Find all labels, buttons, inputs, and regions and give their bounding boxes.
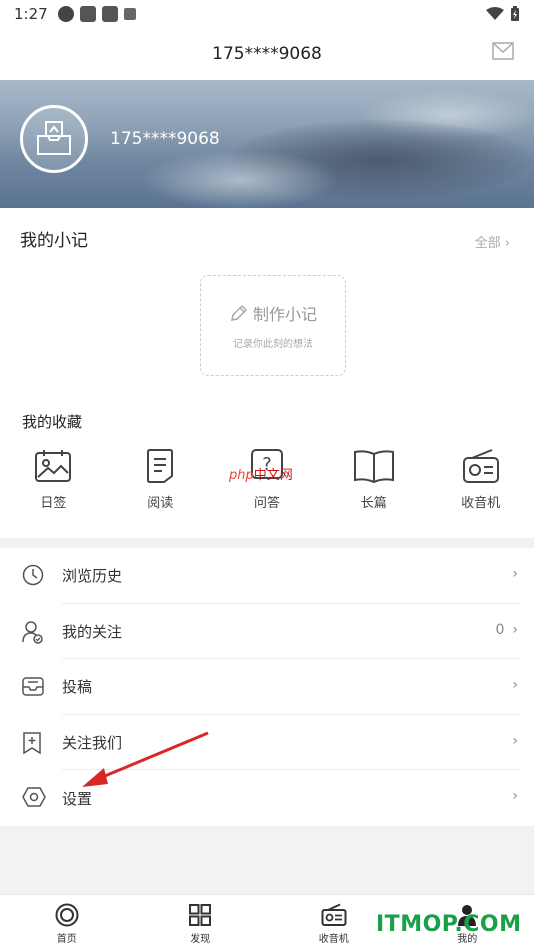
status-bar: 1:27: [0, 0, 534, 28]
banner-cloud: [140, 150, 340, 208]
menu-item-history[interactable]: 浏览历史 ›: [0, 548, 534, 604]
page-header: 175****9068: [0, 28, 534, 80]
favorite-item-reading[interactable]: 阅读: [107, 448, 214, 511]
notification-icon: [57, 6, 74, 22]
menu-item-submit[interactable]: 投稿 ›: [0, 659, 534, 715]
tab-discover[interactable]: 发现: [134, 895, 268, 950]
document-icon: [147, 449, 174, 483]
notification-icon: [101, 6, 118, 22]
notes-all-link[interactable]: 全部 ›: [475, 232, 510, 251]
chevron-right-icon: ›: [512, 566, 518, 582]
tab-label: 首页: [56, 934, 77, 945]
profile-banner: 175****9068: [0, 80, 534, 208]
following-count: 0: [495, 621, 505, 638]
inbox-icon: [22, 675, 44, 701]
mail-icon[interactable]: [492, 42, 514, 65]
pencil-icon: [231, 304, 248, 321]
tab-label: 收音机: [318, 934, 349, 945]
watermark-text: 中文网: [253, 468, 293, 483]
chevron-right-icon: ›: [512, 732, 518, 749]
favorite-item-daily[interactable]: 日签: [0, 448, 107, 511]
menu-item-label: 浏览历史: [62, 567, 123, 586]
status-time: 1:27: [14, 5, 48, 23]
open-book-icon: [353, 450, 394, 484]
menu-item-settings[interactable]: 设置 ›: [0, 770, 534, 826]
favorites-title: 我的收藏: [22, 413, 83, 431]
site-watermark: php中文网: [229, 464, 293, 483]
chevron-right-icon: ›: [504, 236, 510, 251]
notes-all-label: 全部: [474, 236, 501, 251]
favorite-label: 阅读: [147, 496, 174, 511]
page-title: 175****9068: [212, 44, 322, 64]
notification-icon: [79, 6, 96, 22]
chevron-right-icon: ›: [512, 621, 518, 638]
clock-icon: [22, 564, 44, 590]
settings-menu: 浏览历史 › 我的关注 0 › 投稿 › 关注我们 › 设置 ›: [0, 548, 534, 826]
watermark-prefix: php: [229, 468, 254, 483]
make-note-button[interactable]: 制作小记 记录你此刻的想法: [200, 275, 346, 376]
menu-item-following[interactable]: 我的关注 0 ›: [0, 604, 534, 660]
favorite-label: 日签: [40, 496, 67, 511]
menu-item-label: 投稿: [62, 678, 93, 697]
chevron-right-icon: ›: [512, 677, 518, 694]
favorite-label: 长篇: [360, 496, 387, 511]
wifi-icon: [486, 7, 504, 20]
avatar[interactable]: [20, 105, 88, 173]
favorite-item-radio[interactable]: 收音机: [427, 448, 534, 511]
menu-item-label: 设置: [62, 789, 93, 808]
user-follow-icon: [22, 620, 44, 648]
radio-icon: [462, 449, 499, 483]
chevron-right-icon: ›: [512, 788, 518, 805]
notification-icon: [123, 8, 136, 20]
notes-title: 我的小记: [20, 231, 88, 251]
calendar-image-icon: [35, 450, 72, 482]
notes-favorites-card: 我的小记 全部 › 制作小记 记录你此刻的想法 我的收藏 日签 阅读 ? 问答 长…: [0, 208, 534, 538]
menu-item-follow-us[interactable]: 关注我们 ›: [0, 715, 534, 771]
home-circle-icon: [55, 903, 79, 927]
menu-item-label: 关注我们: [62, 734, 123, 753]
favorite-label: 收音机: [461, 496, 501, 511]
battery-icon: [511, 6, 519, 21]
menu-item-label: 我的关注: [62, 622, 123, 641]
make-note-hint: 记录你此刻的想法: [233, 339, 313, 350]
tab-label: 发现: [190, 934, 211, 945]
settings-hexagon-icon: [22, 786, 46, 812]
avatar-placeholder-icon: [37, 121, 71, 155]
grid-icon: [189, 904, 212, 926]
favorite-label: 问答: [253, 496, 280, 511]
itmop-watermark: ITMOP.COM: [376, 912, 522, 937]
make-note-label: 制作小记: [252, 305, 317, 324]
radio-icon: [321, 903, 347, 926]
bookmark-plus-icon: [22, 731, 42, 759]
tab-home[interactable]: 首页: [0, 895, 134, 950]
profile-username[interactable]: 175****9068: [110, 129, 220, 149]
favorite-item-longform[interactable]: 长篇: [320, 448, 427, 511]
